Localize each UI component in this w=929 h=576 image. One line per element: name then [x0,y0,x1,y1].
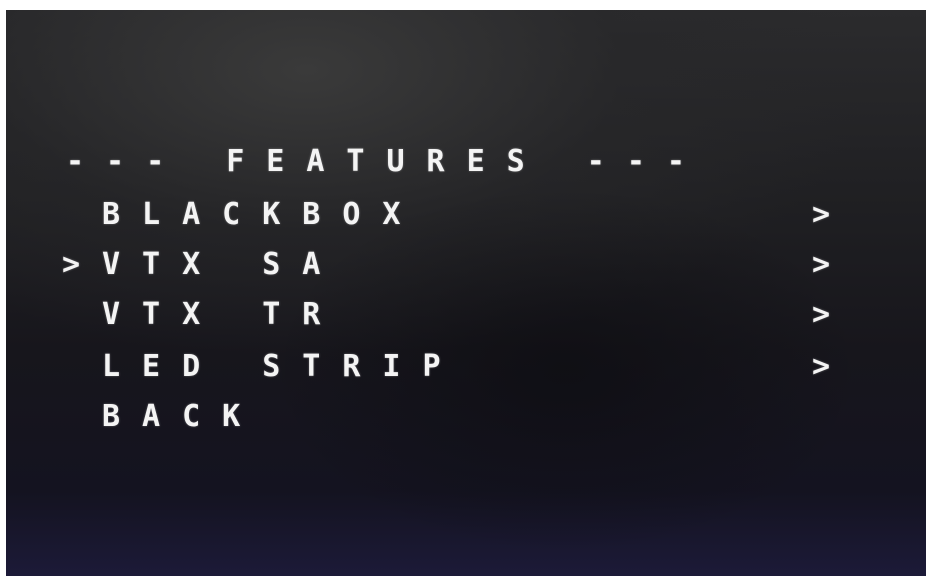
selection-cursor: > [62,247,81,282]
chevron-right-icon: > [812,247,831,282]
chevron-right-icon: > [812,297,831,332]
chevron-right-icon: > [812,197,831,232]
menu-item-label: LED STRIP [102,349,463,384]
menu-item-label: BLACKBOX [102,197,423,232]
menu-item-label: VTX SA [102,247,343,282]
osd-screen: --- FEATURES --- > BLACKBOX > VTX SA > V… [6,10,926,576]
menu-title: --- FEATURES --- [66,144,707,179]
menu-item-label: VTX TR [102,297,343,332]
chevron-right-icon: > [812,349,831,384]
menu-item-label: BACK [102,399,263,434]
